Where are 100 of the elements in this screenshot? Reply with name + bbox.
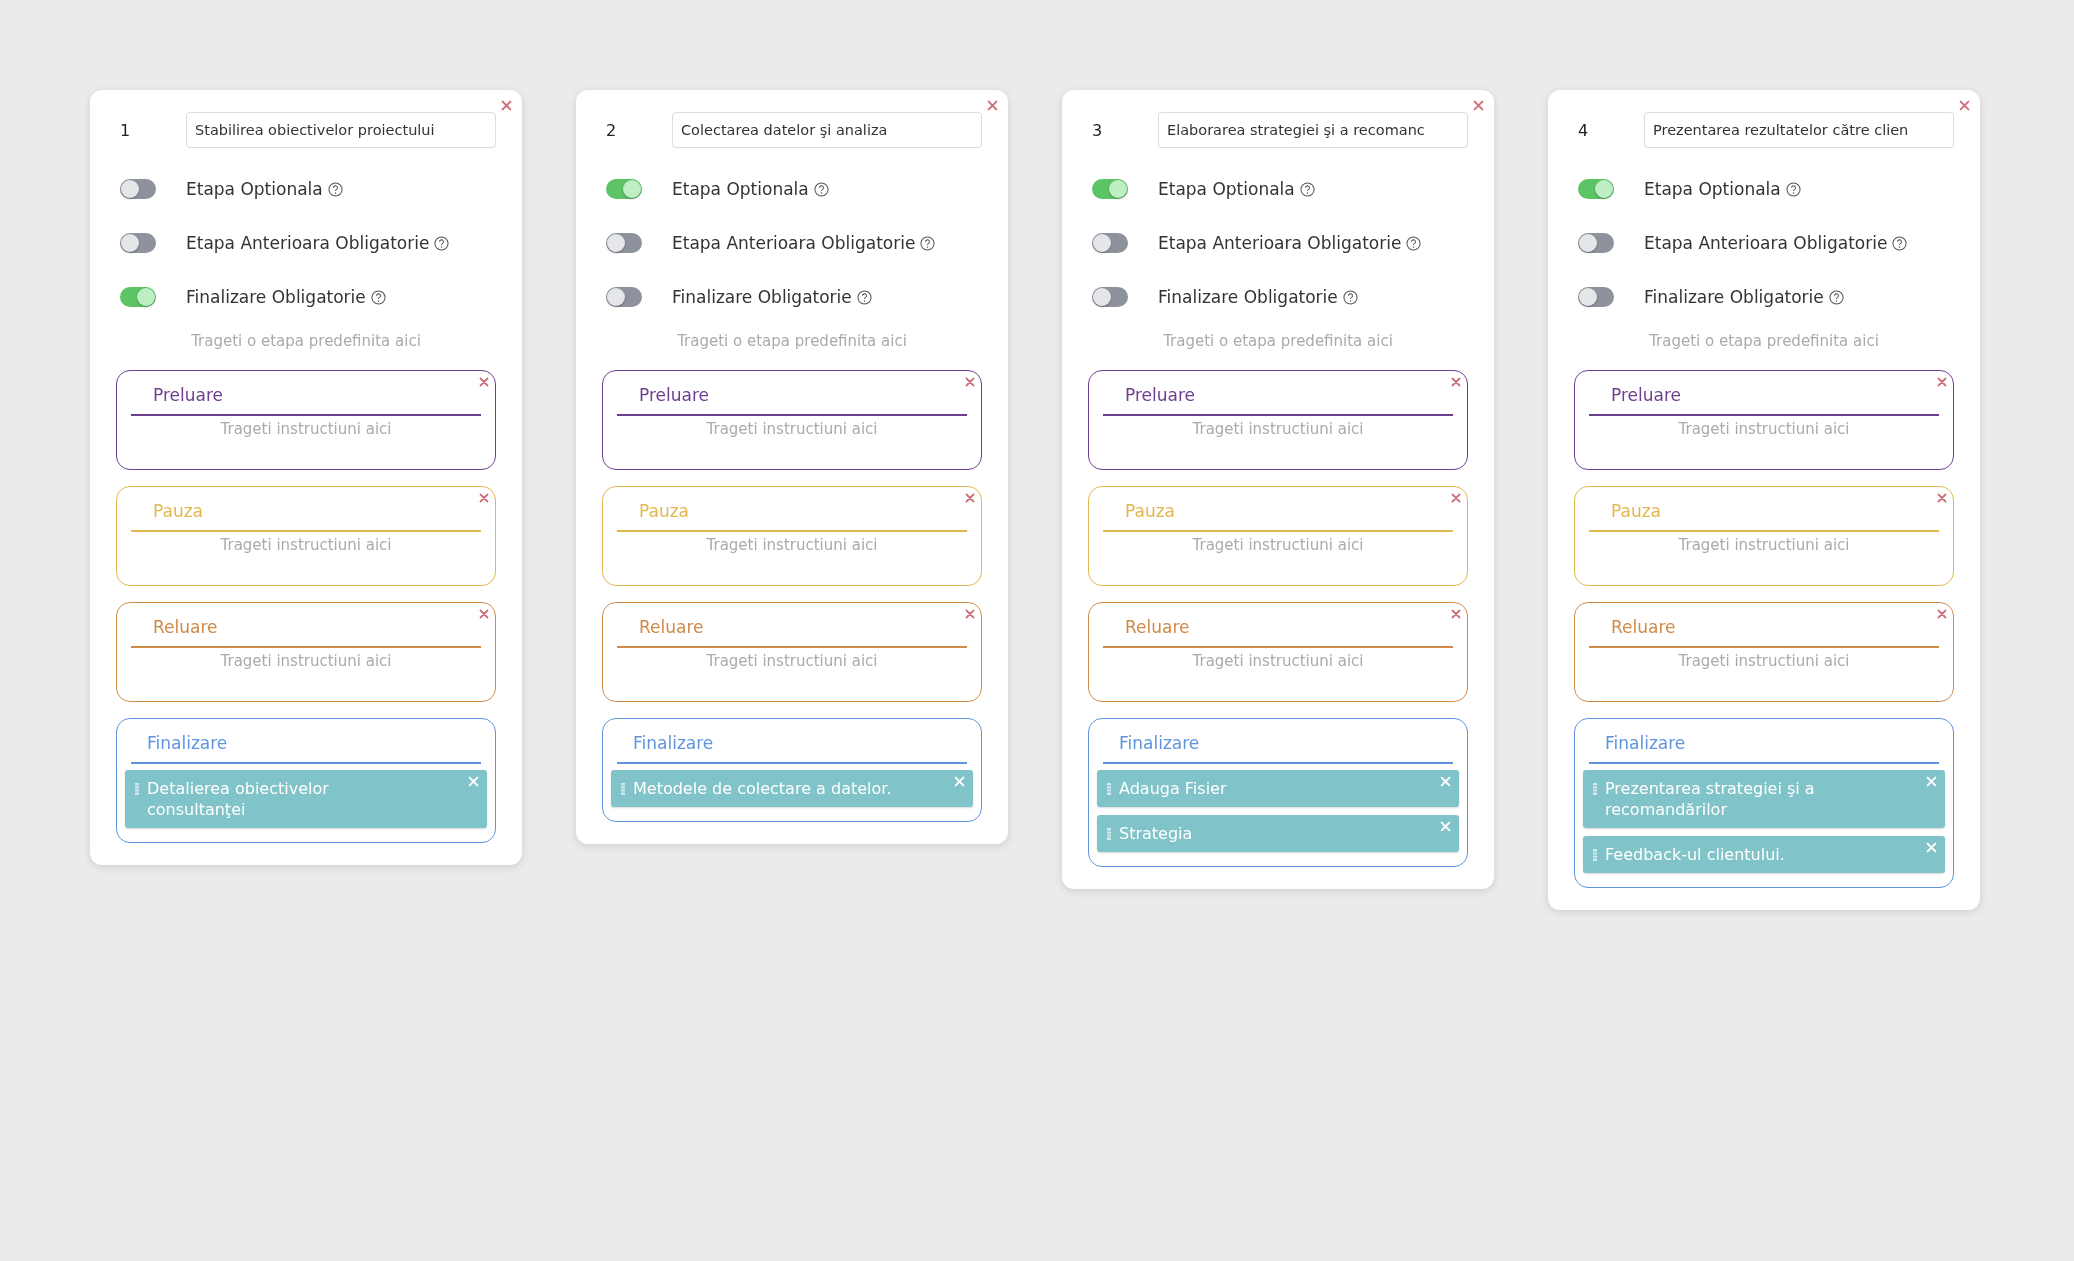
- instruction-item[interactable]: Adauga Fisier: [1097, 769, 1459, 807]
- section-title: Reluare: [152, 616, 219, 639]
- section-title: Pauza: [152, 500, 205, 523]
- help-icon[interactable]: [1892, 235, 1908, 251]
- close-icon[interactable]: [965, 377, 975, 387]
- grip-icon[interactable]: [621, 782, 625, 795]
- help-icon[interactable]: [1785, 181, 1801, 197]
- option-label: Etapa Optionala: [1158, 179, 1295, 199]
- help-icon[interactable]: [1342, 289, 1358, 305]
- grip-icon[interactable]: [135, 782, 139, 795]
- option-label: Etapa Optionala: [672, 179, 809, 199]
- item-label: Prezentarea strategiei şi a recomandărilor: [1605, 777, 1816, 820]
- section-title: Reluare: [638, 616, 705, 639]
- item-label: Feedback-ul clientului.: [1605, 843, 1785, 865]
- close-icon[interactable]: [1451, 377, 1461, 387]
- grip-icon[interactable]: [1107, 827, 1111, 840]
- stage-title-field[interactable]: Elaborarea strategiei şi a recomanc: [1158, 112, 1468, 148]
- drop-hint: Trageti o etapa predefinita aici: [190, 331, 422, 352]
- toggle-switch[interactable]: [1578, 287, 1614, 307]
- toggle-switch[interactable]: [606, 287, 642, 307]
- drop-hint: Trageti o etapa predefinita aici: [1162, 331, 1394, 352]
- help-icon[interactable]: [813, 181, 829, 197]
- drop-hint: Trageti instructiuni aici: [1677, 651, 1851, 670]
- section-title: Pauza: [1124, 500, 1177, 523]
- instruction-item[interactable]: Prezentarea strategiei şi a recomandărilor: [1583, 769, 1945, 828]
- toggle-switch[interactable]: [606, 179, 642, 199]
- option-label: Etapa Anterioara Obligatorie: [1158, 233, 1402, 253]
- close-icon[interactable]: [987, 100, 998, 111]
- drop-hint: Trageti instructiuni aici: [705, 535, 879, 554]
- toggle-switch[interactable]: [606, 233, 642, 253]
- close-icon[interactable]: [501, 100, 512, 111]
- toggle-switch[interactable]: [1578, 233, 1614, 253]
- close-icon[interactable]: [1937, 377, 1947, 387]
- help-icon[interactable]: [370, 289, 386, 305]
- stage-title-field[interactable]: Stabilirea obiectivelor proiectului: [186, 112, 496, 148]
- close-icon[interactable]: [479, 493, 489, 503]
- section-title: Finalizare: [632, 732, 715, 755]
- option-label: Etapa Optionala: [186, 179, 323, 199]
- toggle-switch[interactable]: [1578, 179, 1614, 199]
- help-icon[interactable]: [1406, 235, 1422, 251]
- drop-hint: Trageti instructiuni aici: [1191, 419, 1365, 438]
- help-icon[interactable]: [1828, 289, 1844, 305]
- stage-number: 3: [1091, 120, 1104, 140]
- close-icon[interactable]: [1451, 609, 1461, 619]
- instruction-item[interactable]: Metodele de colectare a datelor.: [611, 769, 973, 807]
- drop-hint: Trageti instructiuni aici: [219, 651, 393, 670]
- close-icon[interactable]: [479, 377, 489, 387]
- close-icon[interactable]: [965, 609, 975, 619]
- help-icon[interactable]: [327, 181, 343, 197]
- close-icon[interactable]: [1937, 493, 1947, 503]
- help-icon[interactable]: [1299, 181, 1315, 197]
- toggle-switch[interactable]: [120, 179, 156, 199]
- section-title: Finalizare: [146, 732, 229, 755]
- grip-icon[interactable]: [1107, 782, 1111, 795]
- item-label: Detalierea obiectivelor consultanţei: [147, 777, 330, 820]
- drop-hint: Trageti instructiuni aici: [219, 535, 393, 554]
- section-title: Finalizare: [1118, 732, 1201, 755]
- close-icon[interactable]: [1473, 100, 1484, 111]
- option-label: Finalizare Obligatorie: [1644, 287, 1824, 307]
- instruction-item[interactable]: Strategia: [1097, 814, 1459, 852]
- toggle-switch[interactable]: [1092, 233, 1128, 253]
- toggle-switch[interactable]: [1092, 179, 1128, 199]
- section-title: Preluare: [1124, 384, 1197, 407]
- close-icon[interactable]: [1451, 493, 1461, 503]
- item-label: Strategia: [1119, 822, 1193, 844]
- option-label: Etapa Anterioara Obligatorie: [1644, 233, 1888, 253]
- close-icon[interactable]: [965, 493, 975, 503]
- drop-hint: Trageti instructiuni aici: [705, 419, 879, 438]
- section-title: Preluare: [152, 384, 225, 407]
- stage-number: 1: [119, 120, 132, 140]
- drop-hint: Trageti o etapa predefinita aici: [1648, 331, 1880, 352]
- toggle-switch[interactable]: [120, 287, 156, 307]
- stage-title-field[interactable]: Colectarea datelor şi analiza: [672, 112, 982, 148]
- option-label: Finalizare Obligatorie: [1158, 287, 1338, 307]
- section-title: Reluare: [1610, 616, 1677, 639]
- drop-hint: Trageti instructiuni aici: [219, 419, 393, 438]
- drop-hint: Trageti instructiuni aici: [705, 651, 879, 670]
- help-icon[interactable]: [434, 235, 450, 251]
- instruction-item[interactable]: Detalierea obiectivelor consultanţei: [125, 769, 487, 828]
- toggle-switch[interactable]: [120, 233, 156, 253]
- close-icon[interactable]: [1937, 609, 1947, 619]
- item-label: Adauga Fisier: [1119, 777, 1227, 799]
- section-title: Preluare: [638, 384, 711, 407]
- section-title: Finalizare: [1604, 732, 1687, 755]
- stage-number: 2: [605, 120, 618, 140]
- grip-icon[interactable]: [1593, 782, 1597, 795]
- stage-number: 4: [1577, 120, 1590, 140]
- grip-icon[interactable]: [1593, 848, 1597, 861]
- section-title: Reluare: [1124, 616, 1191, 639]
- option-label: Etapa Optionala: [1644, 179, 1781, 199]
- close-icon[interactable]: [479, 609, 489, 619]
- close-icon[interactable]: [1959, 100, 1970, 111]
- stage-title-field[interactable]: Prezentarea rezultatelor către clien: [1644, 112, 1954, 148]
- option-label: Etapa Anterioara Obligatorie: [672, 233, 916, 253]
- instruction-item[interactable]: Feedback-ul clientului.: [1583, 835, 1945, 873]
- option-label: Finalizare Obligatorie: [186, 287, 366, 307]
- toggle-switch[interactable]: [1092, 287, 1128, 307]
- help-icon[interactable]: [856, 289, 872, 305]
- help-icon[interactable]: [920, 235, 936, 251]
- section-title: Preluare: [1610, 384, 1683, 407]
